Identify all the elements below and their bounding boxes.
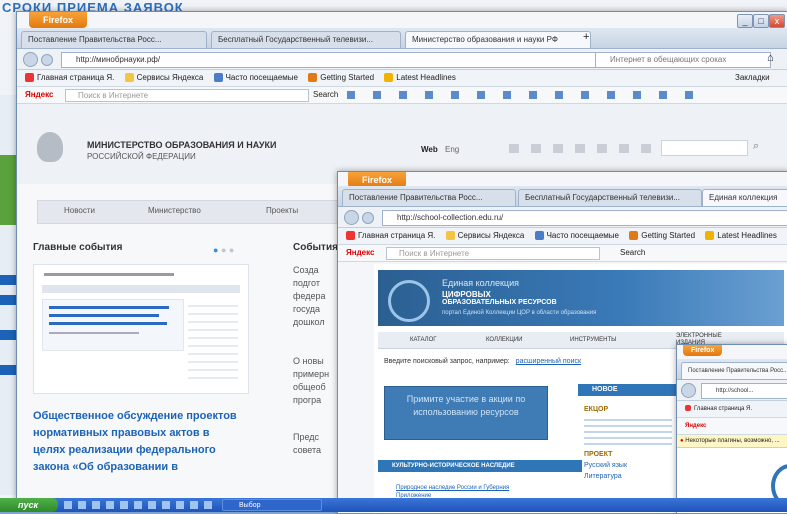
- bookmarks-bar: Главная страница Я. Сервисы Яндекса Част…: [338, 228, 787, 245]
- search-icon[interactable]: ⌕: [753, 140, 759, 153]
- yandex-bar: Яндекс Поиск в Интернете Search: [338, 245, 787, 262]
- bookmark-item[interactable]: Getting Started: [308, 70, 374, 86]
- back-icon[interactable]: [344, 210, 359, 225]
- carousel-dots[interactable]: ● ● ●: [213, 245, 234, 255]
- main-events-heading: Главные события: [33, 242, 123, 253]
- taskbar: пуск Выбор: [0, 498, 787, 512]
- logo-icon: [388, 280, 430, 322]
- back-icon[interactable]: [681, 383, 696, 398]
- yandex-label: Яндекс: [25, 90, 54, 99]
- bookmark-item[interactable]: Главная страница Я.: [25, 70, 114, 86]
- tab-strip: Поставление Правительства Росс... Беспла…: [338, 186, 787, 207]
- search-box[interactable]: Интернет в обещающих сроках: [595, 52, 771, 68]
- header-link-eng[interactable]: Eng: [445, 145, 459, 154]
- yandex-bar: Яндекс Поиск в Интернете Search: [17, 87, 787, 104]
- news-image[interactable]: [33, 264, 249, 394]
- side-item[interactable]: ЕКЦОР: [584, 404, 674, 415]
- bookmark-item[interactable]: Сервисы Яндекса: [124, 70, 203, 86]
- bookmark-item[interactable]: Часто посещаемые: [213, 70, 298, 86]
- nav-item[interactable]: КАТАЛОГ: [410, 337, 436, 343]
- yandex-search-input[interactable]: Поиск в Интернете: [65, 89, 309, 102]
- close-icon[interactable]: x: [769, 14, 785, 28]
- nav-item[interactable]: КОЛЛЕКЦИИ: [486, 337, 522, 343]
- quicklaunch-icons[interactable]: [64, 501, 214, 509]
- nav-bar: http://school...: [677, 380, 787, 401]
- url-bar[interactable]: http://school...: [701, 383, 787, 399]
- bookmark-item[interactable]: Главная страница Я.: [346, 228, 435, 244]
- bookmarks-bar: Главная страница Я. Сервисы Яндекса Част…: [17, 70, 787, 87]
- site-nav: Новости Министерство Проекты: [37, 200, 369, 224]
- warning-icon: ●: [680, 438, 684, 444]
- side-item[interactable]: Русский язык: [584, 460, 674, 471]
- url-bar[interactable]: http://минобрнауки.рф/: [61, 52, 597, 68]
- search-hint: Введите поисковый запрос, например: расш…: [384, 358, 582, 365]
- side-item[interactable]: ПРОЕКТ: [584, 449, 674, 460]
- yandex-label: Яндекс: [685, 423, 707, 429]
- right-snippets: Созда подгот федера госуда дошкол О новы…: [293, 265, 330, 455]
- tab-strip: Поставление Правительства Росс... Беспла…: [17, 28, 787, 49]
- tab-1[interactable]: Поставление Правительства Росс...: [21, 31, 207, 48]
- bookmark-item[interactable]: Сервисы Яндекса: [445, 228, 524, 244]
- home-icon[interactable]: ⌂: [767, 52, 774, 64]
- tab-3[interactable]: Министерство образования и науки РФ: [405, 31, 591, 48]
- nav-item[interactable]: Проекты: [266, 206, 298, 215]
- banner-title: Единая коллекция: [442, 278, 519, 288]
- tab-strip: Поставление Правительства Росс...: [677, 359, 787, 380]
- coat-of-arms-icon: [37, 132, 63, 162]
- header-link-web[interactable]: Web: [421, 145, 438, 154]
- banner-title-3: ОБРАЗОВАТЕЛЬНЫХ РЕСУРСОВ: [442, 299, 557, 306]
- back-icon[interactable]: [23, 52, 38, 67]
- tab-2[interactable]: Бесплатный Государственный телевизи...: [211, 31, 401, 48]
- banner-title-2: ЦИФРОВЫХ: [442, 290, 491, 299]
- url-bar[interactable]: http://school-collection.edu.ru/: [382, 210, 787, 226]
- new-tab-icon[interactable]: +: [583, 31, 589, 43]
- ministry-title: МИНИСТЕРСТВО ОБРАЗОВАНИЯ И НАУКИ: [87, 140, 277, 150]
- ministry-subtitle: РОССИЙСКОЙ ФЕДЕРАЦИИ: [87, 152, 196, 161]
- site-search-input[interactable]: [661, 140, 748, 156]
- bookmark-item[interactable]: Latest Headlines: [705, 228, 777, 244]
- side-item[interactable]: Литература: [584, 471, 674, 482]
- cta-banner[interactable]: Примите участие в акции по использованию…: [384, 386, 548, 440]
- nav-item[interactable]: Министерство: [148, 206, 201, 215]
- plugin-warning-bar[interactable]: ● Некоторые плагины, возможно, ...: [677, 435, 787, 448]
- tab-1[interactable]: Поставление Правительства Росс...: [681, 362, 787, 379]
- side-title: НОВОЕ: [578, 384, 688, 396]
- section-title: КУЛЬТУРНО-ИСТОРИЧЕСКОЕ НАСЛЕДИЕ: [378, 460, 582, 472]
- nav-item[interactable]: ИНСТРУМЕНТЫ: [570, 337, 616, 343]
- header-icons: [509, 144, 651, 153]
- yandex-search-button[interactable]: Search: [620, 245, 645, 261]
- side-list: ЕКЦОР ПРОЕКТ Русский язык Литература: [584, 404, 674, 482]
- events-right-heading: События: [293, 242, 338, 253]
- banner-subtitle: портал Единой Коллекции ЦОР в области об…: [442, 310, 597, 316]
- nav-bar: http://school-collection.edu.ru/: [338, 207, 787, 228]
- bookmark-item[interactable]: Getting Started: [629, 228, 695, 244]
- bookmark-item[interactable]: Часто посещаемые: [534, 228, 619, 244]
- advanced-search-link[interactable]: расширенный поиск: [516, 358, 581, 365]
- start-button[interactable]: пуск: [0, 498, 58, 512]
- bookmark-item[interactable]: Главная страница Я.: [685, 401, 752, 417]
- firefox-menu-button[interactable]: Firefox: [683, 345, 723, 356]
- browser-window-third: Firefox Поставление Правительства Росс..…: [676, 344, 787, 514]
- yandex-label: Яндекс: [346, 248, 375, 257]
- forward-icon[interactable]: [362, 212, 374, 224]
- yandex-search-input[interactable]: Поиск в Интернете: [386, 247, 600, 260]
- yandex-bar: Яндекс: [677, 418, 787, 435]
- bookmarks-menu[interactable]: Закладки: [735, 70, 770, 86]
- bookmark-item[interactable]: Latest Headlines: [384, 70, 456, 86]
- tab-1[interactable]: Поставление Правительства Росс...: [342, 189, 516, 206]
- bookmarks-bar: Главная страница Я.: [677, 401, 787, 418]
- nav-item[interactable]: Новости: [64, 206, 95, 215]
- nav-bar: http://минобрнауки.рф/ Интернет в обещаю…: [17, 49, 787, 70]
- tab-2[interactable]: Бесплатный Государственный телевизи...: [518, 189, 702, 206]
- minimize-icon[interactable]: _: [737, 14, 753, 28]
- firefox-menu-button[interactable]: Firefox: [29, 12, 88, 28]
- forward-icon[interactable]: [41, 54, 53, 66]
- taskbar-item[interactable]: Выбор: [222, 499, 322, 511]
- site-banner: Единая коллекция ЦИФРОВЫХ ОБРАЗОВАТЕЛЬНЫ…: [378, 270, 784, 326]
- maximize-icon[interactable]: □: [753, 14, 769, 28]
- tab-3[interactable]: Единая коллекция: [702, 189, 787, 206]
- news-headline[interactable]: Общественное обсуждение проектов нормати…: [33, 408, 243, 498]
- yandex-toolbar-icons: [347, 91, 707, 99]
- yandex-search-button[interactable]: Search: [313, 87, 338, 103]
